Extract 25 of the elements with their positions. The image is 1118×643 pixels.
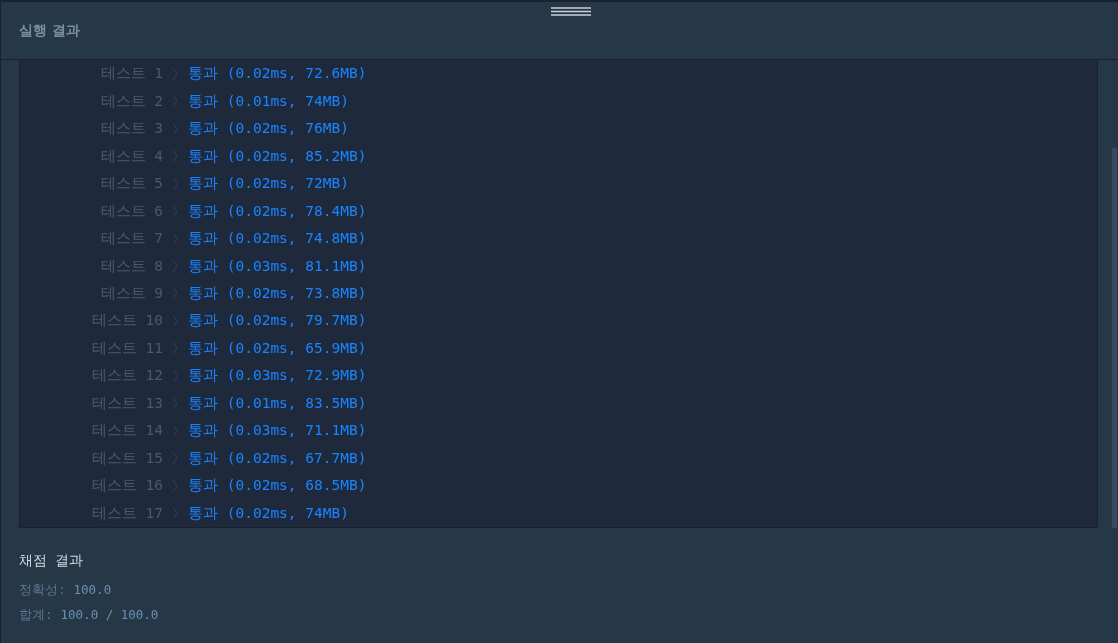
drag-handle-icon[interactable] <box>551 6 593 17</box>
test-result: 통과 (0.01ms, 74MB) <box>188 91 349 111</box>
test-result: 통과 (0.02ms, 67.7MB) <box>188 448 367 468</box>
test-result: 통과 (0.03ms, 81.1MB) <box>188 256 367 276</box>
test-result: 통과 (0.03ms, 72.9MB) <box>188 366 367 386</box>
test-result: 통과 (0.02ms, 78.4MB) <box>188 201 367 221</box>
panel-title: 실행 결과 <box>19 21 80 40</box>
test-result: 통과 (0.02ms, 65.9MB) <box>188 338 367 358</box>
test-result: 통과 (0.02ms, 73.8MB) <box>188 284 367 303</box>
score-value: 100.0 / 100.0 <box>60 607 159 624</box>
test-result: 통과 (0.02ms, 79.7MB) <box>188 311 367 331</box>
scrollbar[interactable] <box>1112 148 1117 528</box>
test-result: 통과 (0.02ms, 74MB) <box>188 503 349 523</box>
test-result: 통과 (0.02ms, 72MB) <box>188 174 349 194</box>
test-result: 통과 (0.01ms, 83.5MB) <box>188 393 367 413</box>
test-result: 통과 (0.02ms, 72.6MB) <box>188 64 367 84</box>
score-label: 합계: <box>19 607 53 624</box>
test-result: 통과 (0.02ms, 76MB) <box>188 119 349 139</box>
score-value: 100.0 <box>73 582 112 599</box>
score-label: 정확성: <box>19 582 66 599</box>
test-result: 통과 (0.02ms, 74.8MB) <box>188 229 367 249</box>
grading-title: 채점 결과 <box>19 552 85 570</box>
test-result: 통과 (0.02ms, 68.5MB) <box>188 476 367 496</box>
test-result: 통과 (0.02ms, 85.2MB) <box>188 146 367 166</box>
test-result: 통과 (0.03ms, 71.1MB) <box>188 421 367 441</box>
